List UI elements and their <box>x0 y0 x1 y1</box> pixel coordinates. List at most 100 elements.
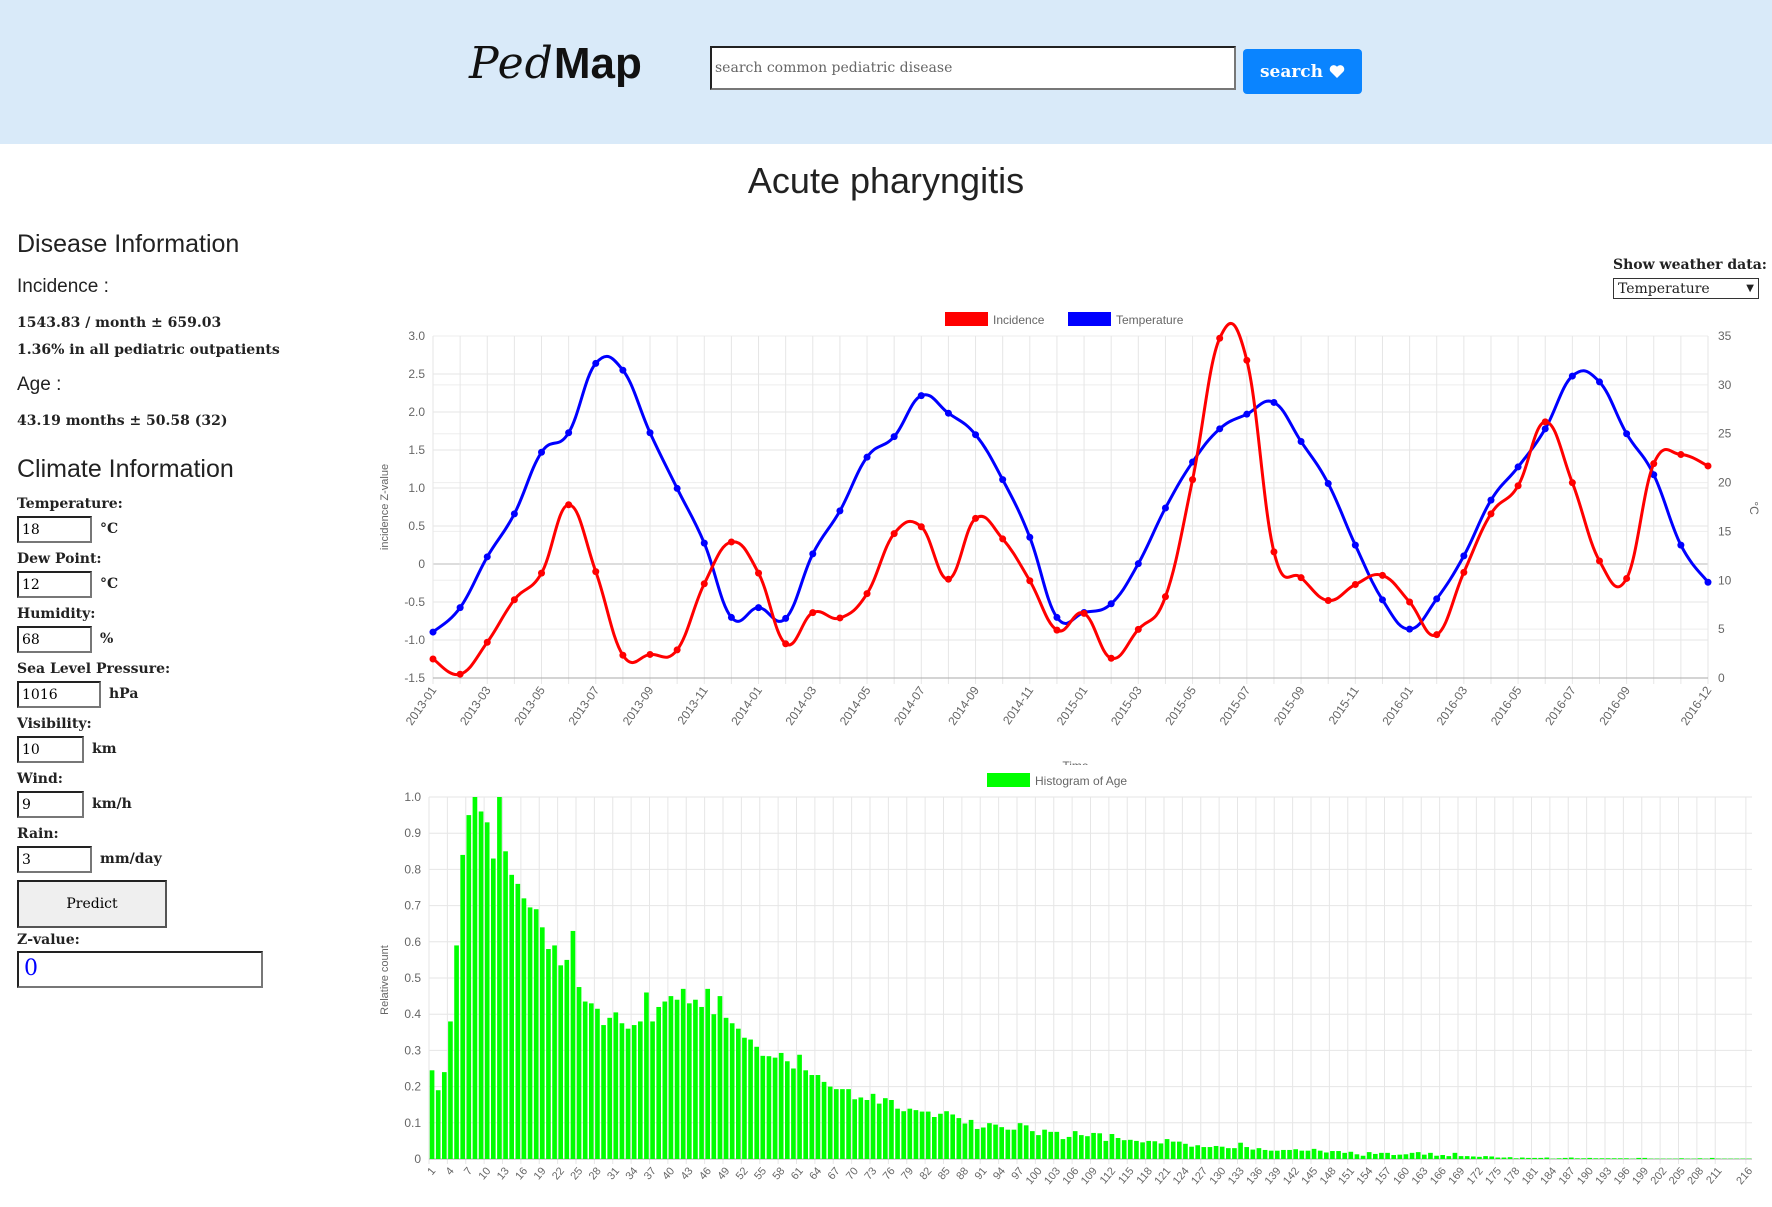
data-point-temperature <box>565 429 573 437</box>
histogram-bar <box>1697 1158 1703 1159</box>
histogram-bar <box>1170 1141 1176 1159</box>
data-point-incidence <box>510 596 518 604</box>
histogram-bar <box>711 1014 717 1159</box>
field-input[interactable] <box>17 571 92 598</box>
field-input[interactable] <box>17 516 92 543</box>
histogram-bar <box>686 1003 692 1159</box>
histogram-bar <box>1097 1133 1103 1159</box>
data-point-incidence <box>1623 574 1631 582</box>
data-point-incidence <box>999 535 1007 543</box>
field-input[interactable] <box>17 681 101 708</box>
weather-data-selected: Temperature <box>1618 280 1710 297</box>
histogram-bar <box>1201 1147 1207 1159</box>
data-point-temperature <box>1053 613 1061 621</box>
x-tick-label: 208 <box>1685 1165 1706 1187</box>
histogram-bar <box>1238 1142 1243 1159</box>
histogram-bar <box>1036 1135 1041 1159</box>
x-tick-label: 2014-09 <box>945 683 982 727</box>
data-point-temperature <box>1107 600 1115 608</box>
histogram-bar <box>429 1070 435 1159</box>
data-point-temperature <box>510 510 518 518</box>
histogram-bar <box>1176 1141 1182 1159</box>
data-point-temperature <box>483 553 491 561</box>
histogram-bar <box>1262 1149 1268 1159</box>
histogram-bar <box>907 1108 913 1159</box>
histogram-bar <box>1538 1157 1544 1159</box>
x-tick-label: 124 <box>1171 1165 1192 1187</box>
data-point-incidence <box>972 514 980 522</box>
y-tick-label: 0.7 <box>404 899 421 913</box>
predict-button[interactable]: Predict <box>17 880 167 928</box>
field-unit: °C <box>100 576 119 592</box>
histogram-bar <box>723 1017 729 1159</box>
x-tick-label: 2015-11 <box>1326 683 1362 727</box>
x-tick-label: 205 <box>1667 1165 1688 1187</box>
field-input[interactable] <box>17 736 84 763</box>
y2-tick-label: 15 <box>1718 524 1732 538</box>
x-tick-label: 31 <box>605 1165 622 1182</box>
x-tick-label: 13 <box>495 1165 512 1182</box>
histogram-bar <box>999 1127 1005 1159</box>
y2-axis-title: °C <box>1747 501 1761 515</box>
field-unit: °C <box>100 521 119 537</box>
histogram-bar <box>870 1093 876 1159</box>
y-tick-label: 0 <box>414 1152 421 1166</box>
x-tick-label: 190 <box>1575 1165 1596 1187</box>
weather-data-select[interactable]: Temperature ▼ <box>1613 278 1759 299</box>
y-tick-label: 0.1 <box>404 1116 421 1130</box>
data-point-incidence <box>1351 581 1359 589</box>
x-tick-label: 34 <box>623 1165 640 1182</box>
histogram-bar <box>833 1089 839 1159</box>
histogram-bar <box>1146 1140 1152 1159</box>
histogram-bar <box>1127 1139 1133 1159</box>
histogram-bar <box>1336 1151 1341 1159</box>
histogram-bar <box>490 858 496 1159</box>
histogram-bar <box>613 1012 619 1159</box>
y-tick-label: 0.5 <box>408 519 425 533</box>
data-point-incidence <box>944 575 952 583</box>
disease-search-input[interactable] <box>710 46 1236 90</box>
field-input[interactable] <box>17 626 92 653</box>
histogram-bar <box>913 1110 919 1159</box>
data-point-incidence <box>538 569 546 577</box>
field-unit: mm/day <box>100 851 162 867</box>
y-axis-title: Relative count <box>379 945 391 1015</box>
x-tick-label: 157 <box>1373 1165 1394 1187</box>
data-point-incidence <box>1704 462 1712 470</box>
x-tick-label: 2016-05 <box>1488 683 1525 727</box>
data-point-temperature <box>782 614 790 622</box>
histogram-bar <box>950 1114 956 1159</box>
histogram-bar <box>558 965 564 1159</box>
histogram-bar <box>1366 1152 1372 1159</box>
field-input[interactable] <box>17 791 84 818</box>
field-unit: % <box>100 631 114 647</box>
field-unit: km <box>92 741 117 757</box>
histogram-bar <box>601 1025 606 1159</box>
x-tick-label: 2014-05 <box>837 683 874 727</box>
histogram-bar <box>1029 1131 1035 1159</box>
histogram-bar <box>1330 1151 1335 1159</box>
pedmap-logo[interactable]: PedMap <box>469 38 642 89</box>
data-point-incidence <box>1161 593 1169 601</box>
search-button[interactable]: search <box>1243 49 1362 94</box>
data-point-temperature <box>673 484 681 492</box>
x-tick-label: 2013-09 <box>620 683 657 727</box>
histogram-bar <box>729 1023 735 1159</box>
data-point-incidence <box>1134 625 1142 633</box>
data-point-temperature <box>917 392 925 400</box>
histogram-bar <box>1470 1156 1476 1159</box>
histogram-bar <box>1195 1145 1201 1159</box>
histogram-bar <box>1109 1134 1115 1159</box>
histogram-bar <box>515 883 521 1159</box>
data-point-incidence <box>890 530 898 538</box>
field-input[interactable] <box>17 846 92 873</box>
x-tick-label: 61 <box>789 1165 806 1182</box>
header-bar: PedMap search <box>0 0 1772 144</box>
climate-info-heading: Climate Information <box>17 455 234 483</box>
x-tick-label: 79 <box>899 1165 916 1182</box>
histogram-bar <box>1140 1142 1145 1159</box>
x-tick-label: 199 <box>1630 1165 1651 1187</box>
x-tick-label: 88 <box>954 1165 971 1182</box>
x-tick-label: 154 <box>1354 1165 1375 1187</box>
histogram-bar <box>1183 1143 1188 1159</box>
